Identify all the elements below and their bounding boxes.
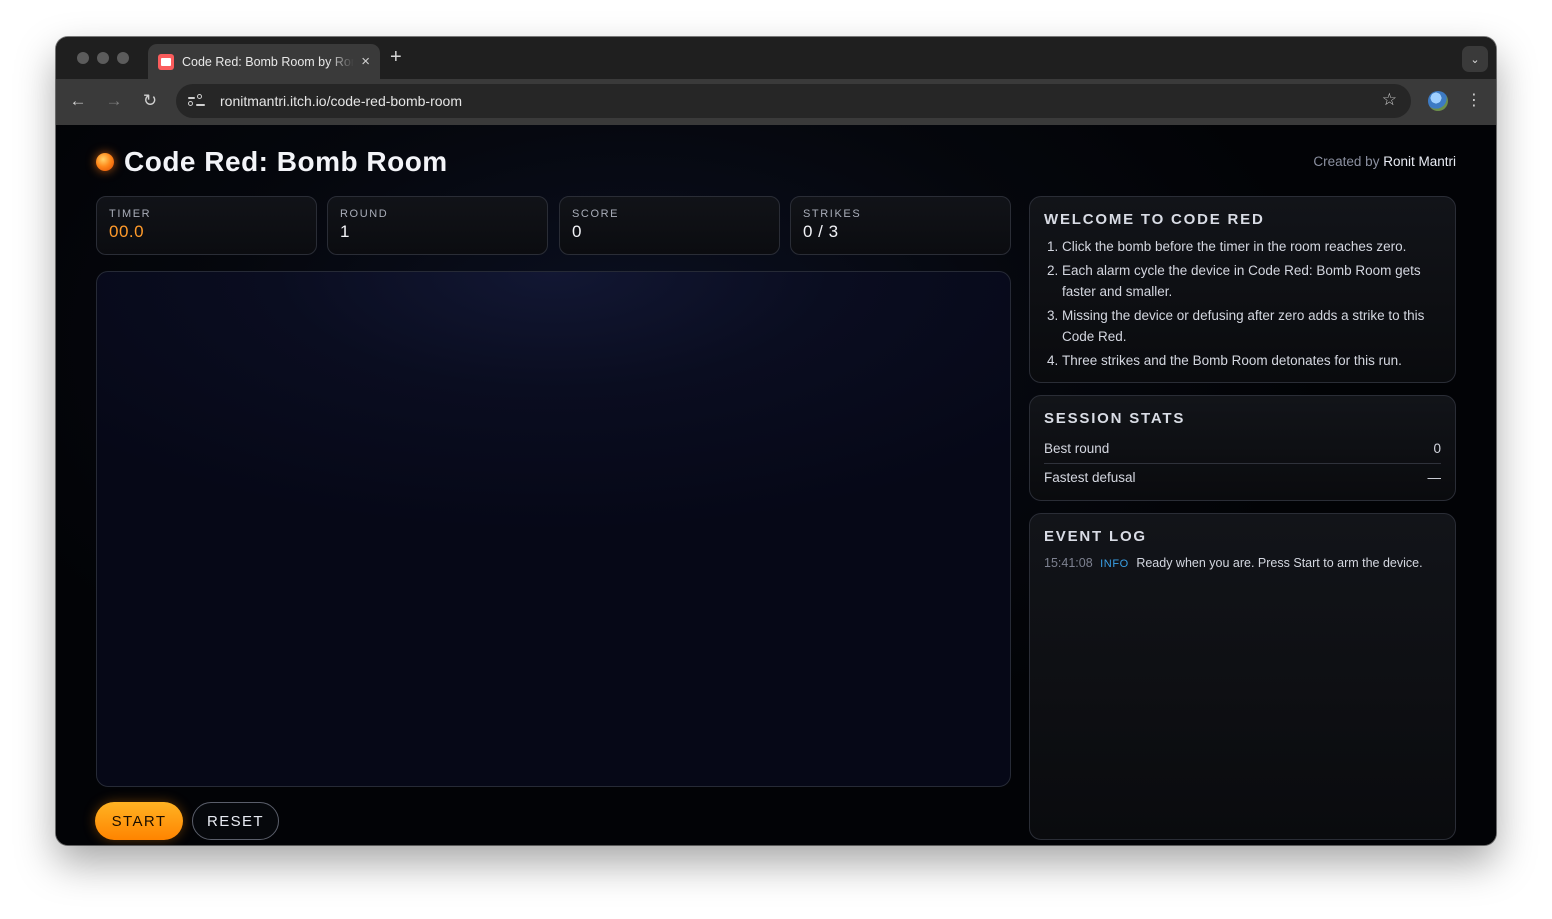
reset-button[interactable]: RESET: [192, 802, 279, 840]
stat-timer: TIMER 00.0: [96, 196, 317, 255]
close-window-button[interactable]: [77, 52, 89, 64]
list-item: Three strikes and the Bomb Room detonate…: [1062, 350, 1441, 371]
fastest-defusal-row: Fastest defusal —: [1044, 464, 1441, 491]
log-title: EVENT LOG: [1044, 528, 1147, 545]
browser-window: Code Red: Bomb Room by Ronit Mantri × + …: [56, 37, 1496, 845]
creator-credit: Created by Ronit Mantri: [1313, 154, 1456, 169]
site-settings-icon[interactable]: [188, 94, 206, 108]
log-level-badge: INFO: [1100, 558, 1129, 570]
url-text: ronitmantri.itch.io/code-red-bomb-room: [220, 93, 462, 109]
list-item: Each alarm cycle the device in Code Red:…: [1062, 260, 1441, 302]
log-entry: 15:41:08 INFO Ready when you are. Press …: [1044, 556, 1441, 572]
new-tab-button[interactable]: +: [390, 46, 402, 69]
score-value: 0: [572, 222, 582, 241]
browser-toolbar: ← → ↻ ronitmantri.itch.io/code-red-bomb-…: [56, 79, 1496, 125]
strikes-value: 0 / 3: [803, 222, 839, 241]
stat-score: SCORE 0: [559, 196, 780, 255]
session-stats-panel: SESSION STATS Best round 0 Fastest defus…: [1029, 395, 1456, 501]
timer-value: 00.0: [109, 222, 145, 241]
stat-row-label: Fastest defusal: [1044, 470, 1136, 485]
maximize-window-button[interactable]: [117, 52, 129, 64]
game-page: Code Red: Bomb Room Created by Ronit Man…: [56, 125, 1496, 845]
log-time: 15:41:08: [1044, 556, 1093, 570]
credit-author: Ronit Mantri: [1383, 154, 1456, 169]
stat-label: SCORE: [572, 208, 620, 220]
welcome-title: WELCOME TO CODE RED: [1044, 211, 1265, 228]
welcome-panel: WELCOME TO CODE RED Click the bomb befor…: [1029, 196, 1456, 383]
start-button[interactable]: START: [95, 802, 183, 840]
stat-label: STRIKES: [803, 208, 862, 220]
round-value: 1: [340, 222, 350, 241]
event-log-panel: EVENT LOG 15:41:08 INFO Ready when you a…: [1029, 513, 1456, 840]
tab-strip: Code Red: Bomb Room by Ronit Mantri × + …: [56, 37, 1496, 79]
stat-row-value: —: [1427, 470, 1442, 485]
itch-favicon-icon: [158, 53, 174, 70]
minimize-window-button[interactable]: [97, 52, 109, 64]
stat-row-value: 0: [1433, 441, 1441, 456]
stat-label: TIMER: [109, 208, 152, 220]
tab-active[interactable]: Code Red: Bomb Room by Ronit Mantri ×: [148, 44, 380, 79]
reload-button[interactable]: ↻: [139, 91, 161, 111]
stat-label: ROUND: [340, 208, 389, 220]
address-bar[interactable]: ronitmantri.itch.io/code-red-bomb-room ☆: [176, 84, 1411, 118]
tab-search-button[interactable]: ⌄: [1462, 46, 1488, 72]
stat-row-label: Best round: [1044, 441, 1110, 456]
forward-button[interactable]: →: [103, 91, 125, 111]
page-title: Code Red: Bomb Room: [124, 146, 448, 177]
stat-round: ROUND 1: [327, 196, 548, 255]
browser-menu-icon[interactable]: ⋮: [1464, 90, 1484, 110]
list-item: Missing the device or defusing after zer…: [1062, 305, 1441, 347]
tab-title: Code Red: Bomb Room by Ronit Mantri: [182, 54, 354, 69]
stat-strikes: STRIKES 0 / 3: [790, 196, 1011, 255]
profile-avatar[interactable]: [1428, 91, 1448, 111]
list-item: Click the bomb before the timer in the r…: [1062, 236, 1441, 257]
best-round-row: Best round 0: [1044, 435, 1441, 464]
bookmark-star-icon[interactable]: ☆: [1382, 90, 1397, 110]
tab-close-icon[interactable]: ×: [361, 53, 370, 70]
bomb-room-arena[interactable]: [96, 271, 1011, 787]
session-title: SESSION STATS: [1044, 410, 1186, 427]
log-message: Ready when you are. Press Start to arm t…: [1136, 556, 1423, 570]
back-button[interactable]: ←: [67, 91, 89, 111]
bomb-status-icon: [96, 153, 114, 171]
credit-prefix: Created by: [1313, 154, 1380, 169]
rules-list: Click the bomb before the timer in the r…: [1044, 236, 1441, 371]
